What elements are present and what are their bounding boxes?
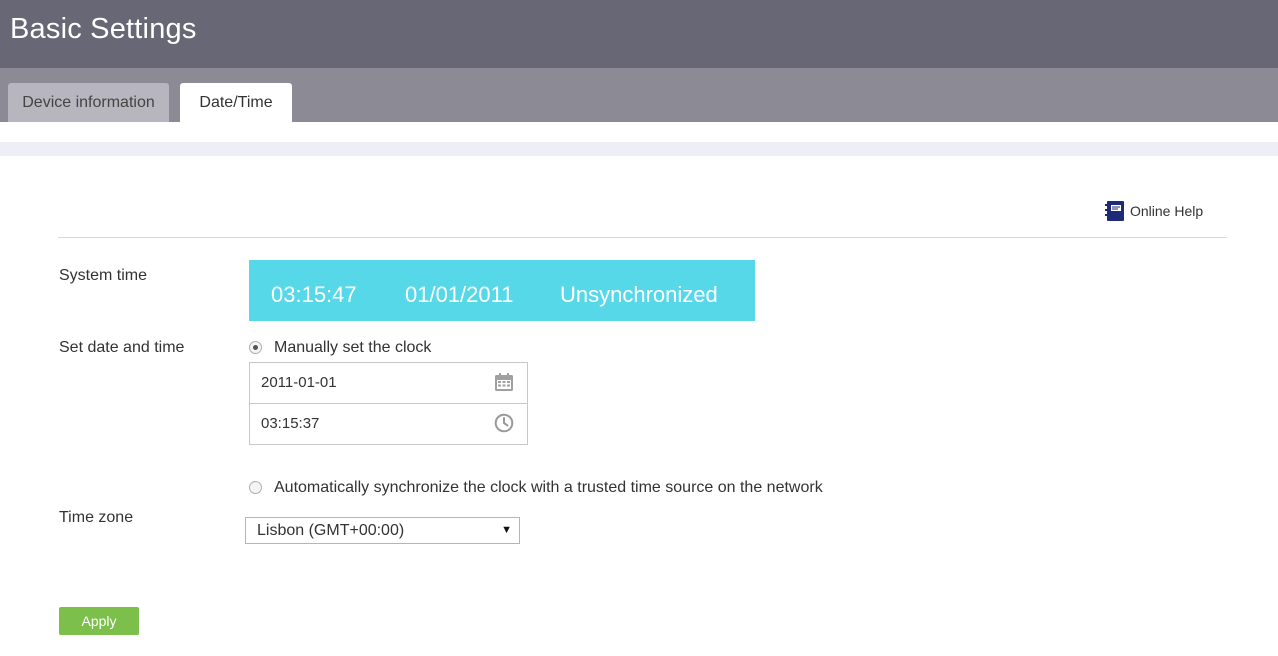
- manual-clock-label: Manually set the clock: [274, 339, 432, 356]
- time-input[interactable]: [250, 404, 491, 442]
- online-help-label: Online Help: [1130, 203, 1204, 219]
- page-header: Basic Settings: [0, 0, 1278, 68]
- set-date-time-label: Set date and time: [59, 339, 185, 356]
- calendar-icon[interactable]: [494, 372, 514, 392]
- system-date-value: 01/01/2011: [405, 282, 514, 307]
- time-field: [249, 403, 528, 445]
- divider: [58, 237, 1227, 238]
- date-input[interactable]: [250, 363, 491, 401]
- section-separator: [0, 142, 1278, 156]
- time-zone-label: Time zone: [59, 509, 134, 526]
- date-field: [249, 362, 528, 404]
- tab-date-time[interactable]: Date/Time: [180, 83, 292, 122]
- time-zone-select[interactable]: Lisbon (GMT+00:00) ▼: [245, 517, 520, 544]
- system-time-value: 03:15:47: [271, 282, 357, 307]
- online-help-link[interactable]: Online Help: [1104, 200, 1203, 222]
- dropdown-arrow-icon: ▼: [501, 524, 512, 536]
- clock-icon[interactable]: [494, 413, 514, 433]
- auto-sync-radio[interactable]: [249, 481, 262, 494]
- time-zone-value: Lisbon (GMT+00:00): [257, 522, 405, 539]
- manual-clock-radio[interactable]: [249, 341, 262, 354]
- page-title: Basic Settings: [10, 13, 197, 45]
- sync-status: Unsynchronized: [560, 282, 718, 307]
- tab-bar: Device information Date/Time: [0, 68, 1278, 122]
- tab-device-information[interactable]: Device information: [8, 83, 169, 122]
- system-time-display: 03:15:47 01/01/2011 Unsynchronized: [249, 260, 755, 321]
- book-icon: [1105, 201, 1124, 221]
- auto-sync-label: Automatically synchronize the clock with…: [274, 479, 823, 496]
- apply-button[interactable]: Apply: [59, 607, 139, 635]
- system-time-label: System time: [59, 267, 148, 284]
